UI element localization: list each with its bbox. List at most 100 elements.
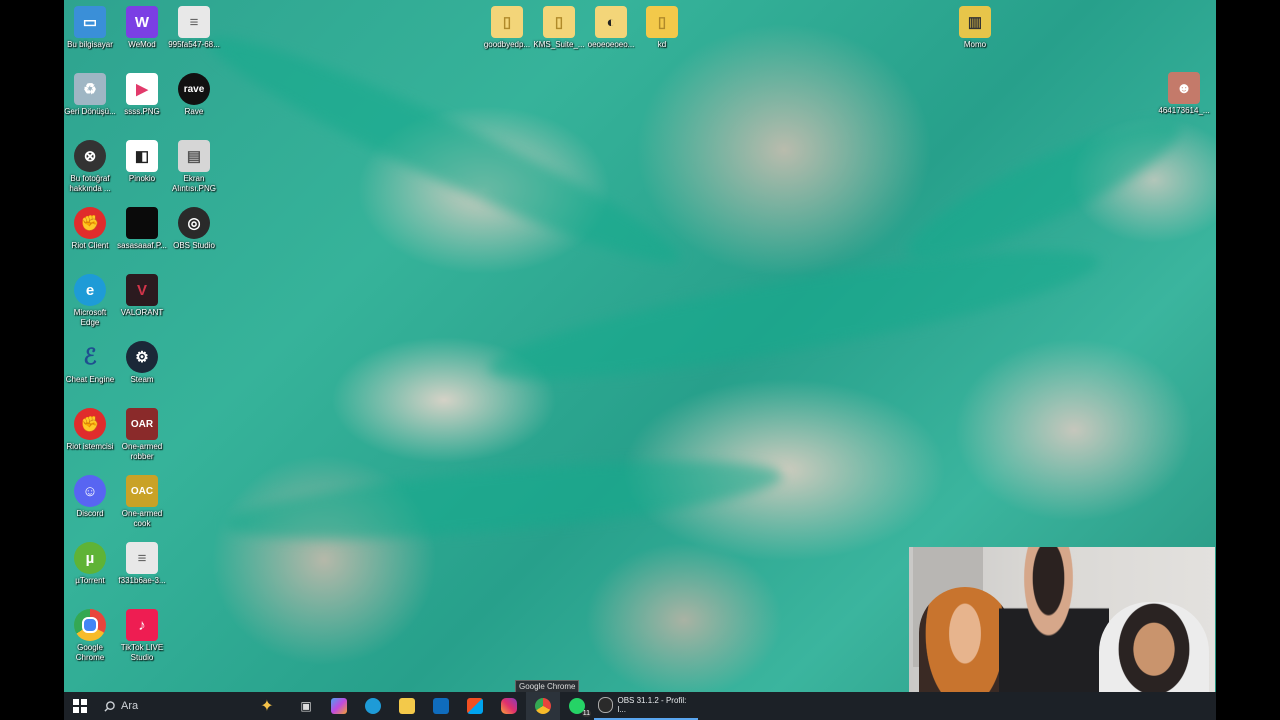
- desktop-icon-folder-oeoeoeoeo[interactable]: ◐ oeoeoeoeo...: [585, 6, 637, 50]
- desktop-icon-label: Steam: [130, 375, 154, 384]
- desktop-icon-wemod[interactable]: W WeMod: [116, 6, 168, 50]
- cook-game-icon: OAC: [126, 475, 158, 507]
- riot-icon: ✊: [74, 408, 106, 440]
- folder-icon: ▯: [543, 6, 575, 38]
- desktop-icon-pinokio[interactable]: ◧ Pinokio: [116, 140, 168, 184]
- obs-task-label: OBS 31.1.2 - Profil: l...: [617, 696, 687, 714]
- desktop-icon-label: Bu bilgisayar: [67, 40, 113, 49]
- desktop-icon-label: OBS Studio: [173, 241, 215, 250]
- slot-machine-icon: OAR: [126, 408, 158, 440]
- desktop-icon-ssss-png[interactable]: ▶ ssss.PNG: [116, 73, 168, 117]
- desktop-icon-valorant[interactable]: V VALORANT: [116, 274, 168, 318]
- taskbar-app-obs[interactable]: OBS 31.1.2 - Profil: l...: [594, 692, 698, 720]
- windows-logo-icon: [73, 699, 87, 713]
- desktop-icon-riot-istemcisi[interactable]: ✊ Riot istemcisi: [64, 408, 116, 452]
- discord-icon: ☺: [74, 475, 106, 507]
- folder-icon: [399, 698, 415, 714]
- desktop-icon-file-995fa547[interactable]: ≡ 995fa547-68...: [168, 6, 220, 50]
- taskbar-app-chrome[interactable]: [526, 692, 560, 720]
- desktop-icon-file-f331b6ae[interactable]: ≡ f331b6ae-3...: [116, 542, 168, 586]
- file-icon: ≡: [126, 542, 158, 574]
- chrome-icon: [74, 609, 106, 641]
- desktop-icon-label: Riot istemcisi: [66, 442, 114, 451]
- taskbar-app-whatsapp[interactable]: 11: [560, 692, 594, 720]
- utorrent-icon: µ: [74, 542, 106, 574]
- desktop-icon-riot-client[interactable]: ✊ Riot Client: [64, 207, 116, 251]
- desktop-icon-label: Microsoft Edge: [73, 308, 107, 327]
- rave-icon: rave: [178, 73, 210, 105]
- desktop-icon-label: oeoeoeoeo...: [587, 40, 635, 49]
- taskbar-app-outlook[interactable]: [424, 692, 458, 720]
- cheat-engine-icon: ℰ: [83, 344, 97, 369]
- desktop-icon-label: Ekran Alıntısı.PNG: [171, 174, 216, 193]
- chrome-icon: [535, 698, 551, 714]
- desktop-icon-label: µTorrent: [75, 576, 105, 585]
- desktop-icon-sasasaaaf[interactable]: sasasaaaf.P...: [116, 207, 168, 251]
- instagram-icon: [501, 698, 517, 714]
- desktop-icon-about-photo[interactable]: ⊗ Bu fotoğraf hakkında ...: [64, 140, 116, 194]
- desktop-icon-label: goodbyedp...: [483, 40, 531, 49]
- desktop-icon-tiktok-live-studio[interactable]: ♪ TikTok LIVE Studio: [116, 609, 168, 663]
- desktop-icon-label: 995fa547-68...: [168, 40, 220, 49]
- desktop-icon-label: Discord: [76, 509, 104, 518]
- camera-icon: ⊗: [74, 140, 106, 172]
- desktop-icon-folder-kd[interactable]: ▯ kd: [636, 6, 688, 50]
- desktop-icon-label: TikTok LIVE Studio: [120, 643, 164, 662]
- desktop-icon-label: 464173614_...: [1158, 106, 1210, 115]
- notification-badge: 11: [581, 710, 591, 717]
- desktop-icon-label: Momo: [963, 40, 987, 49]
- task-view-icon: ▣: [300, 699, 312, 713]
- taskbar-app-edge[interactable]: [356, 692, 390, 720]
- riot-client-icon: ✊: [74, 207, 106, 239]
- computer-icon: ▭: [74, 6, 106, 38]
- desktop-icon-label: ssss.PNG: [124, 107, 160, 116]
- edge-icon: [365, 698, 381, 714]
- desktop-icon-folder-kms-suite[interactable]: ▯ KMS_Suite_...: [533, 6, 585, 50]
- taskbar-app-instagram[interactable]: [492, 692, 526, 720]
- desktop-icon-label: Rave: [184, 107, 204, 116]
- desktop-icon-cheat-engine[interactable]: ℰ Cheat Engine: [64, 341, 116, 385]
- desktop-icon-label: f331b6ae-3...: [118, 576, 166, 585]
- desktop-icon-screenshot-png[interactable]: ▤ Ekran Alıntısı.PNG: [168, 140, 220, 194]
- desktop-icon-label: kd: [657, 40, 667, 49]
- desktop-icon-label: KMS_Suite_...: [533, 40, 585, 49]
- desktop-icon-label: Bu fotoğraf hakkında ...: [69, 174, 111, 193]
- taskbar-app-store[interactable]: [458, 692, 492, 720]
- archive-icon: ▥: [959, 6, 991, 38]
- folder-icon: ◐: [595, 6, 627, 38]
- desktop-icon-obs-studio[interactable]: ◎ OBS Studio: [168, 207, 220, 251]
- taskbar-app-file-explorer[interactable]: [390, 692, 424, 720]
- desktop-icon-one-armed-cook[interactable]: OAC One-armed cook: [116, 475, 168, 529]
- desktop-icon-this-pc[interactable]: ▭ Bu bilgisayar: [64, 6, 116, 50]
- recycle-bin-icon: ♻: [74, 73, 106, 105]
- desktop-icon-one-armed-robber[interactable]: OAR One-armed robber: [116, 408, 168, 462]
- taskbar-app-copilot[interactable]: [322, 692, 356, 720]
- store-icon: [467, 698, 483, 714]
- desktop-icon-label: Cheat Engine: [65, 375, 115, 384]
- desktop-icon-microsoft-edge[interactable]: e Microsoft Edge: [64, 274, 116, 328]
- outlook-icon: [433, 698, 449, 714]
- desktop-icon-steam[interactable]: ⚙ Steam: [116, 341, 168, 385]
- copilot-icon: [331, 698, 347, 714]
- wemod-icon: W: [126, 6, 158, 38]
- steam-icon: ⚙: [126, 341, 158, 373]
- desktop-icon-rave[interactable]: rave Rave: [168, 73, 220, 117]
- start-button[interactable]: [64, 692, 96, 720]
- tiktok-icon: ♪: [126, 609, 158, 641]
- desktop-icon-photo-464173614[interactable]: ☻ 464173614_...: [1158, 72, 1210, 116]
- desktop-icon-momo[interactable]: ▥ Momo: [949, 6, 1001, 50]
- taskbar-search[interactable]: Ara: [96, 692, 244, 720]
- dark-image-icon: [126, 207, 158, 239]
- desktop-icon-discord[interactable]: ☺ Discord: [64, 475, 116, 519]
- task-view-button[interactable]: ▣: [290, 692, 322, 720]
- desktop-icon-label: One-armed robber: [121, 442, 163, 461]
- desktop-icon-recycle-bin[interactable]: ♻ Geri Dönüşü...: [64, 73, 116, 117]
- search-placeholder: Ara: [121, 700, 139, 712]
- desktop-icon-label: Riot Client: [71, 241, 109, 250]
- desktop-icon-folder-goodbyedp[interactable]: ▯ goodbyedp...: [481, 6, 533, 50]
- desktop-icon-google-chrome[interactable]: Google Chrome: [64, 609, 116, 663]
- edge-icon: e: [74, 274, 106, 306]
- desktop-icon-utorrent[interactable]: µ µTorrent: [64, 542, 116, 586]
- copilot-button[interactable]: ✦: [244, 692, 290, 720]
- image-file-icon: ▶: [126, 73, 158, 105]
